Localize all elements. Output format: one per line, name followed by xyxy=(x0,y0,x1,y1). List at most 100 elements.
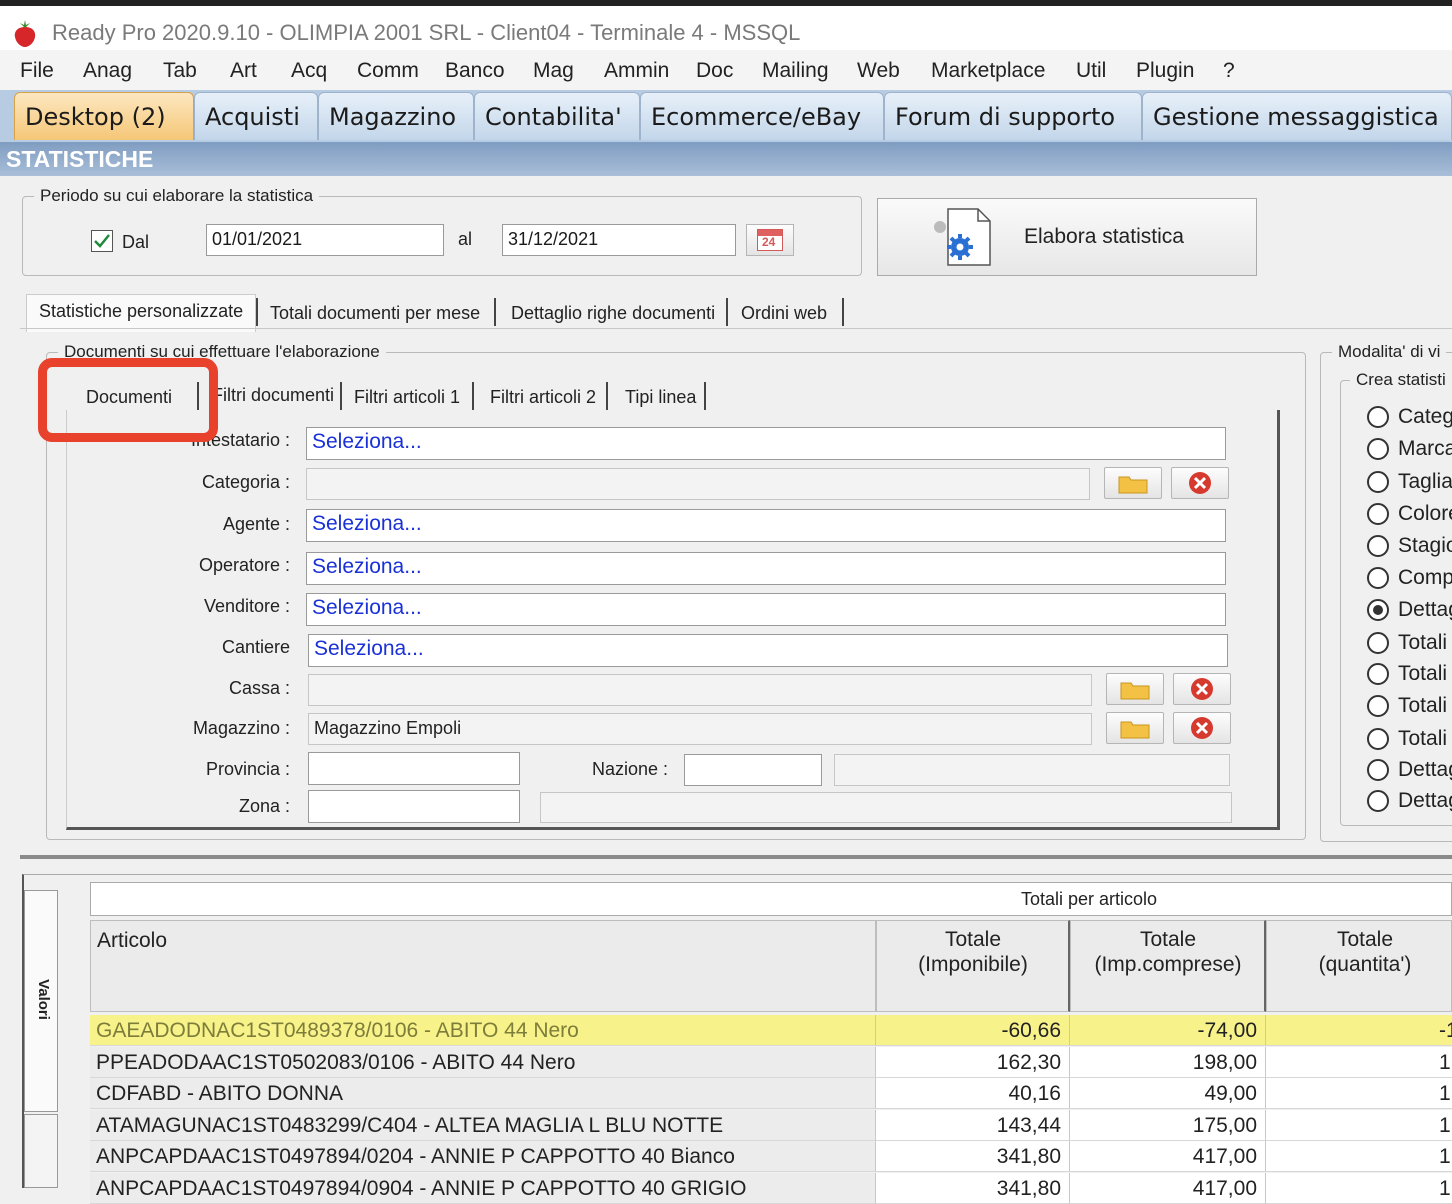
magazzino-browse-button[interactable] xyxy=(1106,712,1164,744)
elabora-statistica-button[interactable]: Elabora statistica xyxy=(877,198,1257,276)
zona-label: Zona : xyxy=(238,796,290,816)
intestatario-field[interactable]: Seleziona... xyxy=(306,427,1226,460)
mode-option-label: Colore xyxy=(1398,502,1452,525)
menu-file[interactable]: File xyxy=(20,59,54,83)
tab-filtri-articoli-2[interactable]: Filtri articoli 2 xyxy=(490,387,596,408)
mode-sublegend: Crea statisti xyxy=(1350,370,1452,390)
highlight-annotation xyxy=(38,358,218,442)
table-row[interactable]: ANPCAPDAAC1ST0497894/0204 - ANNIE P CAPP… xyxy=(90,1141,1452,1172)
categoria-browse-button[interactable] xyxy=(1104,467,1162,499)
tab-statistiche-personalizzate[interactable]: Statistiche personalizzate xyxy=(39,301,243,322)
tab-forum-di-supporto[interactable]: Forum di supporto xyxy=(884,92,1142,140)
menu-art[interactable]: Art xyxy=(230,59,257,83)
magazzino-label: Magazzino : xyxy=(192,718,290,738)
menu-mailing[interactable]: Mailing xyxy=(762,59,829,83)
clear-icon xyxy=(1191,678,1213,700)
section-title: STATISTICHE xyxy=(6,146,154,172)
menu-ammin[interactable]: Ammin xyxy=(604,59,669,83)
cassa-browse-button[interactable] xyxy=(1106,673,1164,705)
dal-checkbox[interactable] xyxy=(91,230,113,252)
calendar-icon: 24 xyxy=(757,229,783,251)
mode-radio-11[interactable] xyxy=(1367,728,1389,750)
strawberry-app-icon xyxy=(14,20,36,47)
side-tab-2[interactable] xyxy=(24,1114,58,1188)
provincia-field[interactable] xyxy=(308,752,520,785)
tab-gestione-messaggistica[interactable]: Gestione messaggistica xyxy=(1142,92,1452,140)
tab-dettaglio-righe-documenti[interactable]: Dettaglio righe documenti xyxy=(511,303,715,324)
column-header-imponibile[interactable]: Totale (Imponibile) xyxy=(876,920,1070,1012)
date-to-input[interactable]: 31/12/2021 xyxy=(502,224,736,256)
menu-marketplace[interactable]: Marketplace xyxy=(931,59,1045,83)
tab-filtri-documenti[interactable]: Filtri documenti xyxy=(212,385,334,406)
tab-tipi-linea[interactable]: Tipi linea xyxy=(625,387,696,408)
menu-comm[interactable]: Comm xyxy=(357,59,419,83)
mode-radio-7-selected[interactable] xyxy=(1367,599,1389,621)
cell-imp-comprese: 417,00 xyxy=(1070,1172,1266,1204)
agente-field[interactable]: Seleziona... xyxy=(306,509,1226,542)
mode-radio-2[interactable] xyxy=(1367,438,1389,460)
cassa-field[interactable] xyxy=(308,674,1092,706)
mode-radio-3[interactable] xyxy=(1367,471,1389,493)
mode-radio-12[interactable] xyxy=(1367,759,1389,781)
magazzino-field[interactable]: Magazzino Empoli xyxy=(308,713,1092,745)
menu-tab[interactable]: Tab xyxy=(163,59,197,83)
table-row[interactable]: ATAMAGUNAC1ST0483299/C404 - ALTEA MAGLIA… xyxy=(90,1109,1452,1141)
tab-acquisti[interactable]: Acquisti xyxy=(194,92,318,140)
folder-icon xyxy=(1118,476,1148,494)
menu-doc[interactable]: Doc xyxy=(696,59,733,83)
cell-imp-comprese: -74,00 xyxy=(1070,1015,1266,1046)
mode-legend: Modalita' di vi xyxy=(1332,342,1447,362)
column-header-articolo[interactable]: Articolo xyxy=(90,920,876,1012)
mode-radio-8[interactable] xyxy=(1367,632,1389,654)
main-tab-bar: Desktop (2) Acquisti Magazzino Contabili… xyxy=(0,90,1452,142)
menu-web[interactable]: Web xyxy=(857,59,900,83)
cantiere-field[interactable]: Seleziona... xyxy=(308,634,1228,667)
table-row[interactable]: PPEADODAAC1ST0502083/0106 - ABITO 44 Ner… xyxy=(90,1046,1452,1078)
tab-totali-documenti-per-mese[interactable]: Totali documenti per mese xyxy=(270,303,480,324)
categoria-clear-button[interactable] xyxy=(1171,467,1229,499)
tab-filtri-articoli-1[interactable]: Filtri articoli 1 xyxy=(354,387,460,408)
tab-ecommerce-ebay[interactable]: Ecommerce/eBay xyxy=(640,92,884,140)
categoria-field[interactable] xyxy=(306,468,1090,500)
tab-contabilita[interactable]: Contabilita' xyxy=(474,92,640,140)
mode-radio-6[interactable] xyxy=(1367,567,1389,589)
venditore-field[interactable]: Seleziona... xyxy=(306,593,1226,626)
table-row[interactable]: ANPCAPDAAC1ST0497894/0904 - ANNIE P CAPP… xyxy=(90,1172,1452,1204)
menu-acq[interactable]: Acq xyxy=(291,59,327,83)
menu-util[interactable]: Util xyxy=(1076,59,1106,83)
tab-ordini-web[interactable]: Ordini web xyxy=(741,303,827,324)
table-row[interactable]: GAEADODNAC1ST0489378/0106 - ABITO 44 Ner… xyxy=(90,1015,1452,1046)
mode-radio-10[interactable] xyxy=(1367,695,1389,717)
menu-plugin[interactable]: Plugin xyxy=(1136,59,1194,83)
tab-desktop[interactable]: Desktop (2) xyxy=(14,92,194,140)
splitter[interactable] xyxy=(20,855,1452,859)
mode-radio-1[interactable] xyxy=(1367,406,1389,428)
date-from-input[interactable]: 01/01/2021 xyxy=(206,224,444,256)
cell-quantita-value: 1 xyxy=(1439,1113,1451,1137)
menu-banco[interactable]: Banco xyxy=(445,59,505,83)
mode-radio-4[interactable] xyxy=(1367,503,1389,525)
column-header-quantita[interactable]: Totale (quantita') xyxy=(1266,920,1452,1012)
side-tab-valori[interactable]: Valori xyxy=(24,890,58,1112)
cell-imponibile: 162,30 xyxy=(876,1046,1070,1078)
mode-radio-5[interactable] xyxy=(1367,535,1389,557)
tab-magazzino[interactable]: Magazzino xyxy=(318,92,474,140)
mode-radio-13[interactable] xyxy=(1367,790,1389,812)
column-header-imp-comprese[interactable]: Totale (Imp.comprese) xyxy=(1070,920,1266,1012)
mode-radio-9[interactable] xyxy=(1367,663,1389,685)
magazzino-clear-button[interactable] xyxy=(1173,712,1231,744)
nazione-field[interactable] xyxy=(684,754,822,786)
operatore-field[interactable]: Seleziona... xyxy=(306,552,1226,585)
mode-option-label: Totali xyxy=(1398,631,1448,654)
zona-field[interactable] xyxy=(308,790,520,823)
cassa-clear-button[interactable] xyxy=(1173,673,1231,705)
section-header: STATISTICHE xyxy=(0,142,1452,176)
mode-option-label: Totali xyxy=(1398,727,1448,750)
menu-mag[interactable]: Mag xyxy=(533,59,574,83)
menu-help[interactable]: ? xyxy=(1223,59,1235,83)
cell-quantita: 1 xyxy=(1266,1110,1452,1141)
table-row[interactable]: CDFABD - ABITO DONNA 40,16 49,00 1 xyxy=(90,1078,1452,1109)
calendar-button[interactable]: 24 xyxy=(746,224,794,256)
cell-articolo: PPEADODAAC1ST0502083/0106 - ABITO 44 Ner… xyxy=(90,1046,876,1078)
menu-anag[interactable]: Anag xyxy=(83,59,132,83)
